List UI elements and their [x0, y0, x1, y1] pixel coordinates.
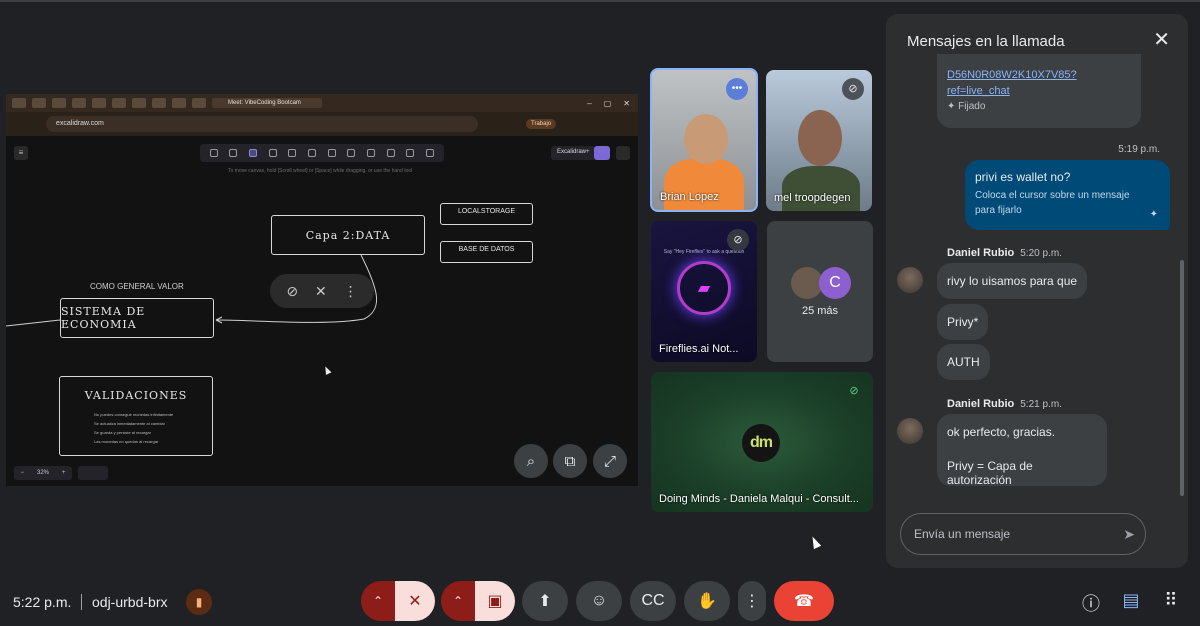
pinned-message[interactable]: D56N0R08W2K10X7V85? ref=live_chat ✦ Fija… — [937, 54, 1141, 128]
message-text: privi es wallet no? — [975, 170, 1071, 184]
more-options-button[interactable]: ⋮ — [738, 581, 766, 621]
emoji-button[interactable]: ☺ — [576, 581, 622, 621]
mouse-cursor-icon — [808, 534, 822, 550]
shared-screen: Meet: VibeCoding Bootcam – ▢ ✕ excalidra… — [6, 94, 638, 486]
pin-icon[interactable]: ✦ — [1150, 209, 1158, 220]
video-options-button[interactable]: ⌃ — [441, 581, 475, 621]
pinned-link[interactable]: ref=live_chat — [947, 83, 1131, 99]
general-label: COMO GENERAL VALOR — [90, 282, 184, 291]
mic-off-button[interactable]: ✕ — [395, 581, 435, 621]
present-screen-button[interactable]: ⬆ — [522, 581, 568, 621]
leave-call-button[interactable]: ☎ — [774, 581, 834, 621]
pin-hint: Coloca el cursor sobre un mensaje para f… — [975, 190, 1130, 216]
message-sender: Daniel Rubio 5:21 p.m. — [947, 398, 1062, 410]
chat-message[interactable]: AUTH — [937, 344, 990, 380]
localstorage-box[interactable]: LOCALSTORAGE — [440, 203, 533, 225]
validaciones-title: VALIDACIONES — [84, 389, 188, 402]
zoom-control: − 32% + — [14, 466, 72, 480]
message-input[interactable]: Envía un mensaje ➤ — [900, 513, 1146, 555]
own-message[interactable]: privi es wallet no? Coloca el cursor sob… — [965, 160, 1170, 230]
audio-options-button[interactable]: ⌃ — [361, 581, 395, 621]
clock: 5:22 p.m. — [13, 594, 72, 610]
validacion-line: Se actualiza inmediatamente al cambiar — [94, 421, 165, 426]
participant-face — [798, 110, 842, 166]
fullscreen-icon[interactable]: ⤢ — [593, 444, 627, 478]
captions-button[interactable]: CC — [630, 581, 676, 621]
info-icon[interactable]: ⓘ — [1079, 590, 1103, 616]
activities-icon[interactable]: ⠿ — [1159, 590, 1183, 611]
camera-off-button[interactable]: ▣ — [475, 581, 515, 621]
avatar — [897, 418, 923, 444]
message-text: Privy = Capa de autorización — [947, 459, 1033, 487]
top-border — [0, 0, 1200, 2]
speaking-icon: ••• — [726, 78, 748, 100]
zoom-in-icon[interactable]: ⌕ — [514, 444, 548, 478]
participant-tile[interactable]: dm ⊘ Doing Minds - Daniela Malqui - Cons… — [651, 372, 873, 512]
message-time: 5:19 p.m. — [1118, 144, 1160, 155]
more-count: 25 más — [801, 305, 839, 317]
undo-redo-control[interactable] — [78, 466, 108, 480]
divider — [81, 594, 82, 610]
avatar: C — [819, 267, 851, 299]
more-vert-icon[interactable]: ⋮ — [344, 283, 358, 300]
zoom-level[interactable]: 32% — [37, 470, 49, 476]
participant-face — [684, 114, 728, 164]
chat-icon[interactable]: ▤ — [1119, 590, 1143, 611]
raise-hand-button[interactable]: ✋ — [684, 581, 730, 621]
fireflies-logo-icon: ▰ — [677, 261, 731, 315]
chat-panel: Mensajes en la llamada ✕ D56N0R08W2K10X7… — [886, 14, 1188, 568]
participant-name: Doing Minds - Daniela Malqui - Consult..… — [659, 493, 859, 505]
tile-hover-toolbar: ⊘ ✕ ⋮ — [270, 274, 374, 308]
pinned-link[interactable]: D56N0R08W2K10X7V85? — [947, 67, 1131, 83]
validacion-line: Las monedas no quedan al recargar — [94, 439, 159, 444]
breakout-room-icon[interactable]: ▮ — [186, 589, 212, 615]
base-datos-box[interactable]: BASE DE DATOS — [440, 241, 533, 263]
pinned-label: ✦ Fijado — [947, 101, 986, 112]
zoom-in-small-button[interactable]: + — [62, 470, 66, 476]
send-icon[interactable]: ➤ — [1123, 514, 1135, 554]
message-sender: Daniel Rubio 5:20 p.m. — [947, 247, 1062, 259]
participant-tile[interactable]: Say "Hey Fireflies" to ask a question ▰ … — [651, 221, 757, 362]
mic-off-icon: ⊘ — [727, 229, 749, 251]
participant-tile[interactable]: ••• Brian Lopez — [650, 68, 758, 212]
chat-message[interactable]: Privy* — [937, 304, 989, 340]
meeting-code: odj-urbd-brx — [92, 594, 168, 610]
chat-scrollbar[interactable] — [1180, 260, 1184, 496]
sistema-economia-box[interactable]: SISTEMA DE ECONOMIA — [60, 298, 214, 338]
participant-name: Brian Lopez — [660, 191, 719, 203]
participant-tile[interactable]: ⊘ mel troopdegen — [766, 70, 872, 211]
doing-minds-logo: dm — [742, 424, 780, 462]
unpin-icon[interactable]: ⊘ — [286, 283, 298, 300]
validacion-line: Se guarda y persiste al recargar — [94, 430, 151, 435]
chat-message[interactable]: rivy lo uisamos para que — [937, 263, 1088, 299]
participant-name: mel troopdegen — [774, 192, 851, 204]
zoom-out-button[interactable]: − — [20, 470, 24, 476]
participant-name: Fireflies.ai Not... — [659, 343, 739, 355]
capa-data-box[interactable]: Capa 2:DATA — [271, 215, 425, 255]
participant-video — [664, 158, 744, 210]
mic-off-icon: ⊘ — [842, 78, 864, 100]
mute-icon[interactable]: ✕ — [315, 283, 327, 300]
close-icon[interactable]: ✕ — [1153, 30, 1170, 50]
participant-video — [782, 166, 860, 211]
validacion-line: No puedes conseguir monedas infinitament… — [94, 412, 174, 417]
message-text: ok perfecto, gracias. — [947, 425, 1056, 439]
chat-title: Mensajes en la llamada — [907, 33, 1065, 50]
mic-off-icon: ⊘ — [849, 385, 859, 397]
pin-icon: ✦ — [947, 101, 959, 112]
more-participants-tile[interactable]: C 25 más — [767, 221, 873, 362]
chat-message[interactable]: ok perfecto, gracias. Privy = Capa de au… — [937, 414, 1107, 487]
avatar — [897, 267, 923, 293]
validaciones-box[interactable]: VALIDACIONES No puedes conseguir monedas… — [59, 376, 213, 456]
pop-out-icon[interactable]: ⧉ — [553, 444, 587, 478]
